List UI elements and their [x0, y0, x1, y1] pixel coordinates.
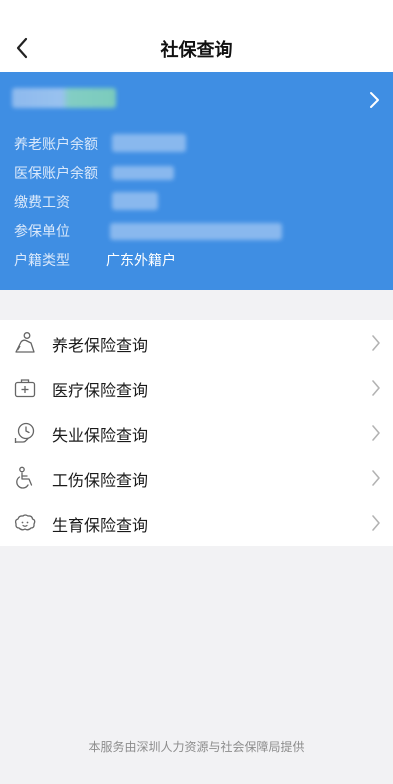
account-card: 养老账户余额 医保账户余额 缴费工资 参保单位 户籍类型 广东外籍户 — [0, 72, 393, 290]
redacted-pension-balance — [112, 134, 186, 152]
pension-balance-row: 养老账户余额 — [14, 132, 384, 156]
chevron-right-icon — [372, 425, 380, 441]
menu-label-pension: 养老保险查询 — [52, 336, 149, 355]
menu-item-maternity[interactable]: 生育保险查询 — [0, 500, 393, 545]
medical-balance-label: 医保账户余额 — [14, 166, 98, 182]
medical-kit-icon — [14, 379, 36, 398]
pension-balance-label: 养老账户余额 — [14, 137, 98, 153]
contribution-wage-label: 缴费工资 — [14, 195, 70, 211]
clock-hand-icon — [14, 422, 35, 443]
household-type-value: 广东外籍户 — [106, 253, 176, 269]
redacted-employer — [110, 223, 282, 240]
medical-balance-row: 医保账户余额 — [14, 161, 384, 185]
redacted-medical-balance — [112, 166, 174, 180]
wheelchair-icon — [16, 466, 33, 489]
redacted-contribution-wage — [112, 192, 158, 210]
household-type-label: 户籍类型 — [14, 253, 70, 269]
menu-item-pension[interactable]: 养老保险查询 — [0, 320, 393, 365]
menu-label-maternity: 生育保险查询 — [52, 516, 149, 535]
menu-item-medical[interactable]: 医疗保险查询 — [0, 365, 393, 410]
menu-label-work-injury: 工伤保险查询 — [52, 471, 149, 490]
chevron-right-icon — [372, 335, 380, 351]
menu-item-unemployment[interactable]: 失业保险查询 — [0, 410, 393, 455]
footer-note: 本服务由深圳人力资源与社会保障局提供 — [88, 740, 305, 754]
chevron-right-icon — [370, 92, 379, 108]
baby-icon — [14, 514, 36, 531]
chevron-right-icon — [372, 380, 380, 396]
contribution-wage-row: 缴费工资 — [14, 190, 384, 214]
menu-label-unemployment: 失业保险查询 — [52, 426, 149, 445]
chevron-right-icon — [372, 515, 380, 531]
elderly-person-icon — [15, 332, 35, 353]
redacted-name — [12, 88, 116, 108]
insurance-menu: 养老保险查询 医疗保险查询 失业保险查询 工伤保险查询 生育保险查询 — [0, 320, 393, 546]
menu-label-medical: 医疗保险查询 — [52, 381, 149, 400]
employer-label: 参保单位 — [14, 224, 70, 240]
chevron-right-icon — [372, 470, 380, 486]
page-title: 社保查询 — [160, 40, 233, 61]
menu-item-work-injury[interactable]: 工伤保险查询 — [0, 455, 393, 500]
account-name-row[interactable] — [0, 72, 393, 128]
household-type-row: 户籍类型 广东外籍户 — [14, 248, 384, 272]
nav-bar: 社保查询 — [0, 0, 393, 72]
